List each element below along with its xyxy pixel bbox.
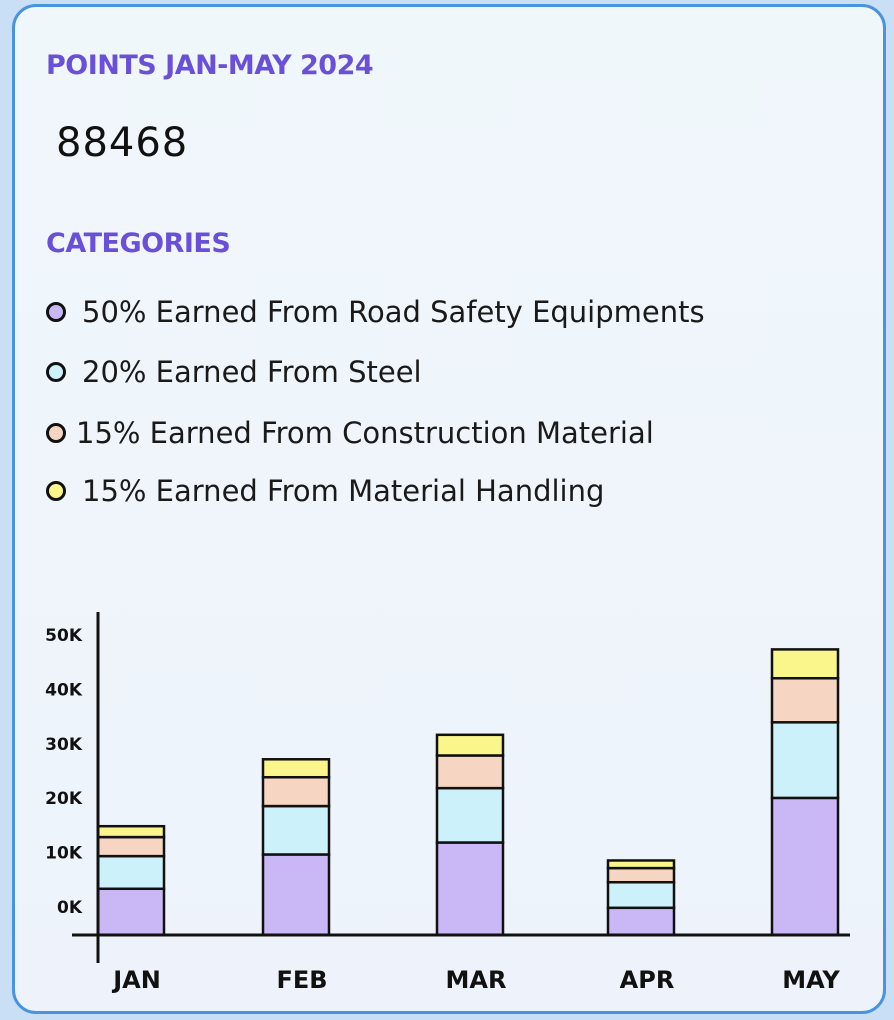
y-tick-label: 30K [45,735,83,755]
bar-segment-feb-1 [261,804,331,856]
bar-segment-jan-2 [96,835,166,858]
bar-segment-jan-3 [96,824,166,839]
stacked-bar-chart: 0K 10K 20K 30K 40K 50K JAN FEB MAR APR MAY [45,612,850,994]
bar-segment-feb-2 [261,775,331,808]
bar-segment-may-0 [770,796,840,937]
bar-segment-feb-3 [261,758,331,779]
bar-segment-mar-1 [435,786,505,844]
bar-segment-may-1 [770,721,840,800]
x-tick-label: APR [620,966,675,994]
bar-segment-feb-0 [261,853,331,937]
y-tick-label: 10K [45,844,83,864]
bar-segment-mar-0 [435,841,505,937]
x-tick-label: JAN [111,966,161,994]
y-tick-label: 50K [45,626,83,646]
x-tick-label: MAY [782,966,840,994]
x-tick-label: MAR [446,966,507,994]
bar-segment-jan-0 [96,887,166,937]
bar-segment-mar-3 [435,733,505,757]
bar-segment-mar-2 [435,754,505,790]
bar-segment-apr-1 [606,880,676,910]
bar-segment-apr-0 [606,906,676,937]
bar-segment-may-3 [770,648,840,680]
y-tick-label: 40K [45,680,83,700]
bar-segment-jan-1 [96,854,166,891]
bar-segment-may-2 [770,676,840,724]
y-tick-label: 0K [57,898,83,918]
bar-segment-apr-2 [606,866,676,884]
bar-segment-apr-3 [606,859,676,870]
x-tick-label: FEB [276,966,327,994]
y-tick-label: 20K [45,789,83,809]
